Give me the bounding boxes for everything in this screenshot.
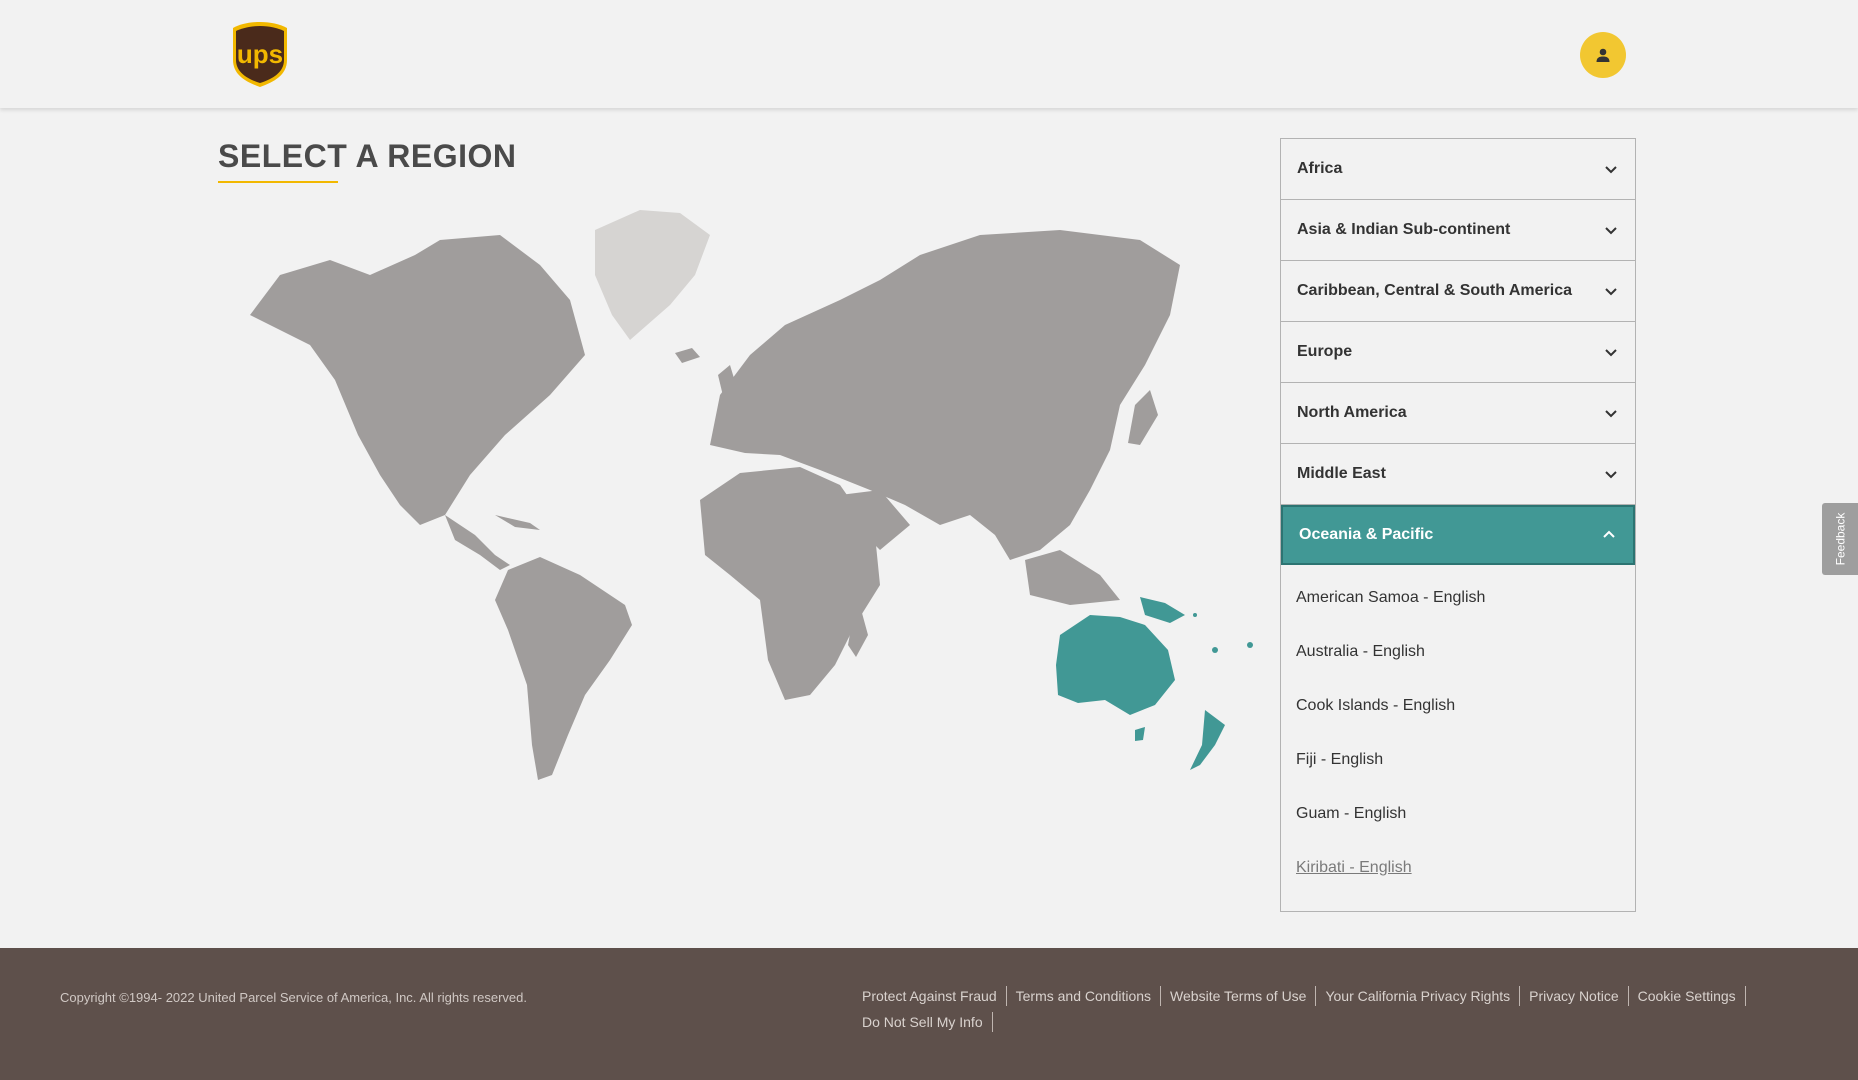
title-underline bbox=[218, 181, 338, 183]
chevron-down-icon bbox=[1605, 227, 1617, 235]
map-central-america[interactable] bbox=[445, 515, 510, 570]
region-label: Asia & Indian Sub-continent bbox=[1297, 221, 1511, 238]
map-pacific-island[interactable] bbox=[1247, 642, 1253, 648]
region-label: Oceania & Pacific bbox=[1299, 526, 1434, 543]
map-tasmania[interactable] bbox=[1135, 727, 1145, 741]
site-header: ups bbox=[0, 0, 1858, 108]
map-greenland[interactable] bbox=[595, 210, 710, 340]
region-label: Europe bbox=[1297, 343, 1353, 360]
region-oceania-pacific[interactable]: Oceania & Pacific bbox=[1281, 505, 1635, 565]
footer-links: Protect Against Fraud Terms and Conditio… bbox=[862, 986, 1782, 1032]
user-account-button[interactable] bbox=[1580, 32, 1626, 78]
chevron-down-icon bbox=[1605, 349, 1617, 357]
footer-link-website-terms[interactable]: Website Terms of Use bbox=[1161, 986, 1317, 1006]
country-link[interactable]: Kiribati - English bbox=[1281, 841, 1635, 895]
region-label: Middle East bbox=[1297, 465, 1386, 482]
chevron-down-icon bbox=[1605, 471, 1617, 479]
country-link[interactable]: Australia - English bbox=[1281, 625, 1635, 679]
region-accordion: Africa Asia & Indian Sub-continent Carib… bbox=[1280, 138, 1636, 912]
map-pacific-island[interactable] bbox=[1193, 613, 1197, 617]
map-southeast-asia[interactable] bbox=[1025, 550, 1120, 605]
footer-link-cookie-settings[interactable]: Cookie Settings bbox=[1629, 986, 1746, 1006]
map-pacific-island[interactable] bbox=[1212, 647, 1218, 653]
map-north-america[interactable] bbox=[250, 235, 585, 525]
country-link[interactable]: Fiji - English bbox=[1281, 733, 1635, 787]
map-iceland[interactable] bbox=[675, 348, 700, 363]
ups-logo[interactable]: ups bbox=[230, 20, 290, 88]
footer-link-protect-against-fraud[interactable]: Protect Against Fraud bbox=[862, 986, 1007, 1006]
map-caribbean[interactable] bbox=[495, 515, 540, 530]
region-asia[interactable]: Asia & Indian Sub-continent bbox=[1281, 200, 1635, 261]
region-europe[interactable]: Europe bbox=[1281, 322, 1635, 383]
chevron-down-icon bbox=[1605, 288, 1617, 296]
country-link[interactable]: Guam - English bbox=[1281, 787, 1635, 841]
logo-text: ups bbox=[237, 39, 283, 69]
feedback-label: Feedback bbox=[1833, 512, 1848, 566]
oceania-country-list: American Samoa - English Australia - Eng… bbox=[1281, 565, 1635, 911]
copyright-text: Copyright ©1994- 2022 United Parcel Serv… bbox=[60, 990, 527, 1005]
region-label: Africa bbox=[1297, 160, 1343, 177]
feedback-tab[interactable]: Feedback bbox=[1822, 503, 1858, 575]
chevron-up-icon bbox=[1603, 530, 1615, 538]
region-africa[interactable]: Africa bbox=[1281, 139, 1635, 200]
map-new-zealand[interactable] bbox=[1190, 710, 1225, 770]
region-label: North America bbox=[1297, 404, 1407, 421]
map-new-guinea[interactable] bbox=[1140, 597, 1185, 623]
chevron-down-icon bbox=[1605, 166, 1617, 174]
footer-link-do-not-sell[interactable]: Do Not Sell My Info bbox=[862, 1012, 993, 1032]
region-north-america[interactable]: North America bbox=[1281, 383, 1635, 444]
region-middle-east[interactable]: Middle East bbox=[1281, 444, 1635, 505]
region-caribbean-central-south-america[interactable]: Caribbean, Central & South America bbox=[1281, 261, 1635, 322]
map-south-america[interactable] bbox=[495, 557, 632, 780]
footer-link-privacy-notice[interactable]: Privacy Notice bbox=[1520, 986, 1629, 1006]
footer-link-terms-and-conditions[interactable]: Terms and Conditions bbox=[1007, 986, 1162, 1006]
country-link[interactable]: American Samoa - English bbox=[1281, 571, 1635, 625]
map-australia[interactable] bbox=[1056, 615, 1175, 715]
site-footer: Copyright ©1994- 2022 United Parcel Serv… bbox=[0, 948, 1858, 1080]
region-label: Caribbean, Central & South America bbox=[1297, 282, 1573, 299]
page-title: SELECT A REGION bbox=[218, 138, 517, 174]
footer-link-california-privacy[interactable]: Your California Privacy Rights bbox=[1316, 986, 1521, 1006]
chevron-down-icon bbox=[1605, 410, 1617, 418]
country-link[interactable]: Cook Islands - English bbox=[1281, 679, 1635, 733]
user-icon bbox=[1596, 48, 1610, 62]
map-japan[interactable] bbox=[1128, 390, 1158, 445]
world-map bbox=[250, 210, 1253, 780]
